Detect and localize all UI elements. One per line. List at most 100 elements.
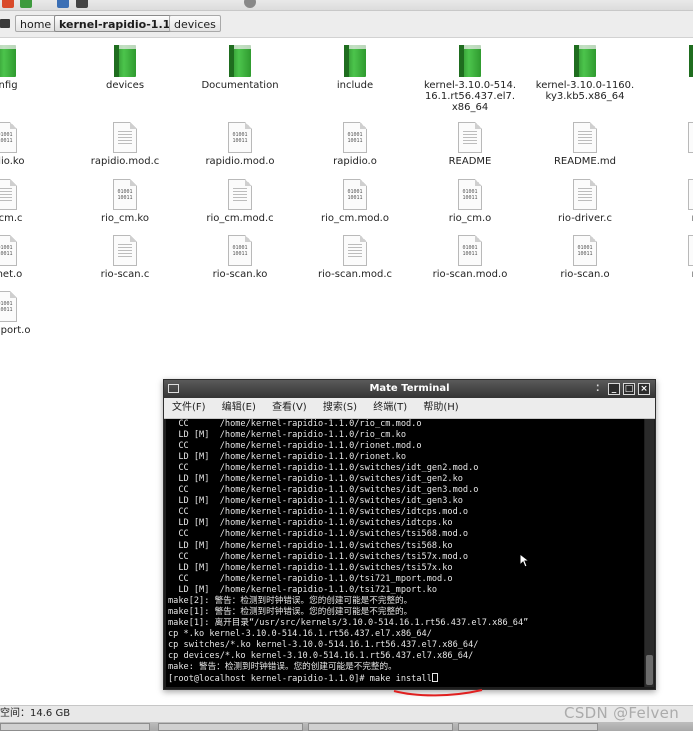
folder-item[interactable]: sw	[645, 45, 693, 91]
file-item[interactable]: rio-scan.c	[70, 235, 180, 280]
path-bar: home kernel-rapidio-1.1.0 devices	[0, 11, 693, 38]
terminal-line: LD [M] /home/kernel-rapidio-1.1.0/switch…	[168, 540, 453, 551]
text-file-icon	[343, 235, 367, 266]
terminal-line: LD [M] /home/kernel-rapidio-1.1.0/switch…	[168, 496, 463, 507]
menu-terminal[interactable]: 终端(T)	[373, 402, 407, 413]
terminal-line: LD [M] /home/kernel-rapidio-1.1.0/tsi721…	[168, 584, 438, 595]
file-item[interactable]: 01001 10011 1_mport.o	[0, 291, 60, 336]
file-label: rio-driver.c	[558, 213, 612, 224]
taskbar-button[interactable]	[0, 723, 150, 731]
file-item[interactable]: rio_cm.mod.c	[185, 179, 295, 224]
drive-icon[interactable]	[0, 19, 10, 28]
file-item[interactable]: 01001 10011 pidio.ko	[0, 122, 60, 167]
file-item[interactable]: 01001 10011 rapidio.mod.o	[185, 122, 295, 167]
binary-glyph: 01001 10011	[462, 189, 478, 201]
folder-icon	[574, 45, 596, 77]
binary-glyph: 01001 10011	[577, 245, 593, 257]
binary-file-icon: 01001 10011	[343, 122, 367, 153]
binary-glyph: 01001 10011	[347, 132, 363, 144]
file-label: include	[336, 80, 374, 91]
file-label: rio_cm.mod.c	[206, 213, 274, 224]
terminal-prompt-line[interactable]: [root@localhost kernel-rapidio-1.1.0]# m…	[168, 673, 644, 685]
folder-icon	[689, 45, 693, 77]
terminal-line: make: 警告：检测到时钟错误。您的创建可能是不完整的。	[168, 662, 397, 673]
menu-search[interactable]: 搜索(S)	[323, 402, 357, 413]
file-item[interactable]: 01001 10011 rio_cm.mod.o	[300, 179, 410, 224]
text-file-icon	[688, 179, 693, 210]
terminal-line: cp *.ko kernel-3.10.0-514.16.1.rt56.437.…	[168, 628, 432, 639]
folder-item[interactable]: kernel-3.10.0-514. 16.1.rt56.437.el7. x8…	[415, 45, 525, 113]
scroll-thumb[interactable]	[646, 655, 653, 685]
file-item[interactable]: 01001 10011 rio-scan.mod.o	[415, 235, 525, 280]
terminal-line: cp devices/*.ko kernel-3.10.0-514.16.1.r…	[168, 650, 474, 661]
terminal-output[interactable]: CC /home/kernel-rapidio-1.1.0/rio_cm.mod…	[166, 419, 644, 687]
menu-file[interactable]: 文件(F)	[172, 402, 206, 413]
file-item[interactable]: 01001 10011 rio_cm.ko	[70, 179, 180, 224]
menu-edit[interactable]: 编辑(E)	[222, 402, 256, 413]
free-space-label: 空间：14.6 GB	[0, 708, 71, 719]
taskbar-button[interactable]	[158, 723, 303, 731]
file-label: README.md	[553, 156, 617, 167]
file-item[interactable]: rio-driver.c	[530, 179, 640, 224]
file-item[interactable]: rio-	[645, 179, 693, 224]
terminal-line: LD [M] /home/kernel-rapidio-1.1.0/switch…	[168, 474, 463, 485]
taskbar-button[interactable]	[458, 723, 598, 731]
file-item[interactable]: rapidio.mod.c	[70, 122, 180, 167]
file-label: ionet.o	[0, 269, 23, 280]
terminal-line: CC /home/kernel-rapidio-1.1.0/switches/t…	[168, 529, 469, 540]
file-item[interactable]: 01001 10011 rio_cm.o	[415, 179, 525, 224]
close-button[interactable]: ×	[638, 383, 650, 395]
file-item[interactable]: rio-	[645, 235, 693, 280]
file-label: rio-	[645, 269, 693, 280]
maximize-button[interactable]: □	[623, 383, 635, 395]
crumb-kernel-rapidio[interactable]: kernel-rapidio-1.1.0	[54, 15, 188, 32]
home-icon[interactable]	[57, 0, 69, 8]
search-icon[interactable]	[244, 0, 256, 8]
terminal-line: CC /home/kernel-rapidio-1.1.0/switches/t…	[168, 551, 469, 562]
minimize-button[interactable]: _	[608, 383, 620, 395]
text-file-icon	[688, 122, 693, 153]
crumb-devices[interactable]: devices	[169, 15, 221, 32]
file-label: rio-scan.ko	[212, 269, 268, 280]
folder-item[interactable]: devices	[70, 45, 180, 91]
file-item[interactable]	[645, 122, 693, 156]
terminal-titlebar[interactable]: Mate Terminal ⁚ _ □ ×	[164, 380, 655, 398]
terminal-line: make[1]: 警告：检测到时钟错误。您的创建可能是不完整的。	[168, 606, 413, 617]
file-item[interactable]: 01001 10011 rio-scan.o	[530, 235, 640, 280]
binary-file-icon: 01001 10011	[113, 179, 137, 210]
back-icon[interactable]	[2, 0, 14, 8]
file-item[interactable]: README.md	[530, 122, 640, 167]
file-label: 1_mport.o	[0, 325, 31, 336]
file-label: rio_cm.mod.o	[321, 213, 389, 224]
folder-item[interactable]: Documentation	[185, 45, 295, 91]
taskbar-button[interactable]	[308, 723, 453, 731]
file-item[interactable]: 01001 10011 rapidio.o	[300, 122, 410, 167]
file-item[interactable]: 01001 10011 rio-scan.ko	[185, 235, 295, 280]
file-label: rapidio.mod.o	[205, 156, 275, 167]
file-label: rapidio.o	[333, 156, 377, 167]
folder-item[interactable]: include	[300, 45, 410, 91]
menu-help[interactable]: 帮助(H)	[423, 402, 458, 413]
file-item[interactable]: 01001 10011 ionet.o	[0, 235, 60, 280]
binary-file-icon: 01001 10011	[0, 291, 17, 322]
terminal-prompt: [root@localhost kernel-rapidio-1.1.0]#	[168, 674, 370, 685]
file-item[interactable]: o_cm.c	[0, 179, 60, 224]
folder-item[interactable]: kernel-3.10.0-1160. ky3.kb5.x86_64	[530, 45, 640, 102]
terminal-line: LD [M] /home/kernel-rapidio-1.1.0/rionet…	[168, 452, 406, 463]
file-label: pidio.ko	[0, 156, 25, 167]
menu-view[interactable]: 查看(V)	[272, 402, 307, 413]
file-item[interactable]: rio-scan.mod.c	[300, 235, 410, 280]
folder-item[interactable]: onfig	[0, 45, 60, 91]
forward-icon[interactable]	[20, 0, 32, 8]
binary-glyph: 01001 10011	[462, 245, 478, 257]
text-file-icon	[0, 179, 17, 210]
binary-glyph: 01001 10011	[347, 189, 363, 201]
crumb-home[interactable]: home	[15, 15, 57, 32]
folder-icon	[114, 45, 136, 77]
binary-file-icon: 01001 10011	[458, 235, 482, 266]
computer-icon[interactable]	[76, 0, 88, 8]
file-item[interactable]: README	[415, 122, 525, 167]
terminal-line: CC /home/kernel-rapidio-1.1.0/switches/i…	[168, 507, 469, 518]
terminal-window[interactable]: Mate Terminal ⁚ _ □ × 文件(F) 编辑(E) 查看(V) …	[163, 379, 656, 690]
terminal-scrollbar[interactable]	[645, 419, 654, 687]
